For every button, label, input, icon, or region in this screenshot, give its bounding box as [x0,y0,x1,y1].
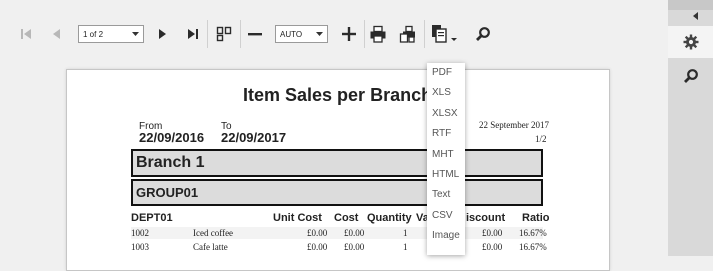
col-ratio: Ratio [522,212,550,224]
export-xls[interactable]: XLS [427,83,465,103]
quantity: 1 [403,228,408,238]
search-icon [683,69,698,83]
zoom-select[interactable]: AUTO [275,25,328,43]
search-tab[interactable] [668,60,713,92]
toolbar-divider [240,20,241,48]
export-pdf[interactable]: PDF [427,63,465,83]
chevron-down-icon [132,32,139,36]
ratio: 16.67% [519,228,547,238]
export-button[interactable] [429,22,461,46]
export-icon [432,25,457,43]
first-page-button[interactable] [14,22,38,46]
export-rtf[interactable]: RTF [427,124,465,144]
print-date: 22 September 2017 [479,120,549,130]
page-number: 1/2 [535,134,547,144]
export-image[interactable]: Image [427,226,465,246]
chevron-down-icon [316,32,323,36]
previous-page-icon [53,29,60,39]
zoom-in-button[interactable] [337,22,361,46]
search-button[interactable] [471,22,495,46]
next-page-button[interactable] [151,22,175,46]
first-page-icon [21,29,31,39]
print-button[interactable] [366,22,390,46]
toolbar-divider [424,20,425,48]
toolbar-divider [207,20,208,48]
col-dept: DEPT01 [131,212,173,224]
zoom-out-icon [248,33,262,36]
settings-tab[interactable] [668,26,713,58]
discount: £0.00 [482,228,503,238]
export-html[interactable]: HTML [427,165,465,185]
search-icon [476,27,490,41]
cost: £0.00 [344,242,365,252]
print-page-icon [399,25,415,43]
zoom-out-button[interactable] [243,22,267,46]
group-header: GROUP01 [131,179,543,206]
page-select-value: 1 of 2 [83,29,104,39]
export-mht[interactable]: MHT [427,145,465,165]
report-page: Item Sales per Branch From 22/09/2016 To… [66,69,610,271]
export-xlsx[interactable]: XLSX [427,104,465,124]
discount: £0.00 [482,242,503,252]
side-panel [668,0,713,256]
item-code: 1002 [131,228,149,238]
print-icon [370,25,386,43]
page-select[interactable]: 1 of 2 [78,25,144,43]
export-text[interactable]: Text [427,185,465,205]
col-quantity: Quantity [367,212,412,224]
multi-page-icon [216,26,232,42]
viewer-toolbar: 1 of 2 AUTO [0,0,668,66]
collapse-panel-button[interactable] [668,10,713,22]
ratio: 16.67% [519,242,547,252]
col-unit-cost: Unit Cost [273,212,322,224]
export-menu: PDF XLS XLSX RTF MHT HTML Text CSV Image [427,63,465,255]
cost: £0.00 [344,228,365,238]
unit-cost: £0.00 [307,242,328,252]
quantity: 1 [403,242,408,252]
toolbar-divider [364,20,365,48]
item-name: Iced coffee [193,228,234,238]
zoom-select-value: AUTO [280,29,303,39]
last-page-icon [188,29,198,39]
print-page-button[interactable] [396,22,420,46]
chevron-left-icon [692,12,698,20]
report-title: Item Sales per Branch [243,85,433,105]
zoom-in-icon [342,27,356,41]
item-name: Cafe latte [193,242,228,252]
panel-header [668,0,713,10]
item-code: 1003 [131,242,149,252]
col-discount: iscount [466,212,506,224]
last-page-button[interactable] [181,22,205,46]
from-date: 22/09/2016 [139,130,205,145]
export-csv[interactable]: CSV [427,206,465,226]
multi-page-button[interactable] [212,22,236,46]
branch-header: Branch 1 [131,149,543,177]
to-date: 22/09/2017 [221,130,287,145]
gear-icon [683,34,698,50]
col-cost: Cost [334,212,359,224]
unit-cost: £0.00 [307,228,328,238]
previous-page-button[interactable] [44,22,68,46]
next-page-icon [159,29,166,39]
